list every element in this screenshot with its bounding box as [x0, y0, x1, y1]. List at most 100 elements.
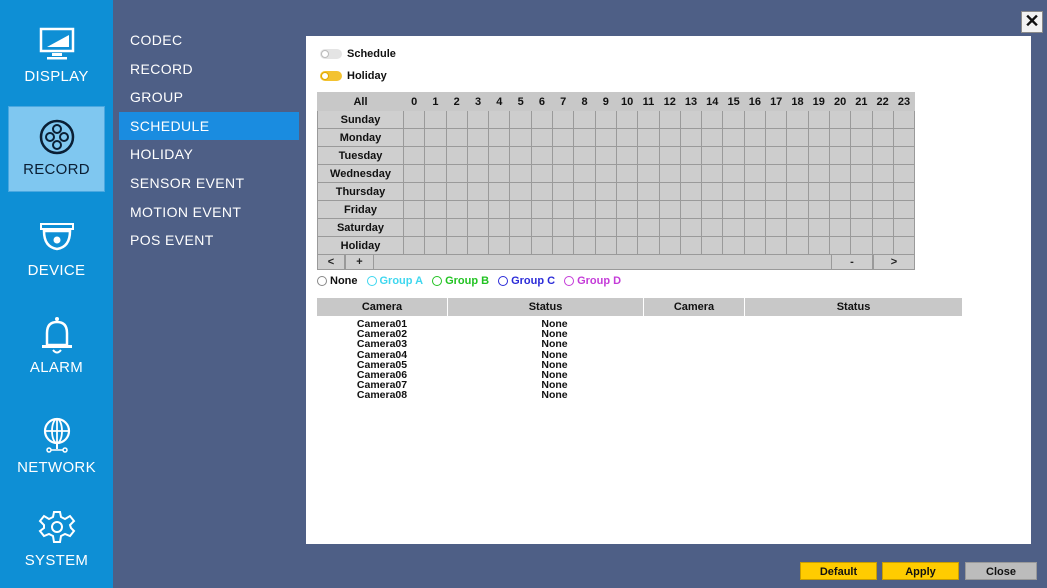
- schedule-grid[interactable]: All 0 1 2 3 4 5 6 7 8 9 10 11 12 13 14 15 16 17 18 19 20 21 22 2…: [317, 92, 916, 255]
- schedule-cell[interactable]: [466, 218, 490, 237]
- schedule-cell[interactable]: [743, 146, 767, 165]
- table-row[interactable]: Camera04 None: [317, 349, 962, 360]
- schedule-cell[interactable]: [594, 236, 617, 255]
- schedule-cell[interactable]: [466, 128, 490, 147]
- schedule-cell[interactable]: [807, 218, 830, 237]
- schedule-cell[interactable]: [509, 128, 532, 147]
- schedule-cell[interactable]: [488, 218, 511, 237]
- group-option[interactable]: Group C: [498, 275, 555, 287]
- schedule-cell[interactable]: [615, 200, 639, 219]
- schedule-cell[interactable]: [743, 182, 767, 201]
- submenu-motion-event[interactable]: MOTION EVENT: [119, 198, 299, 227]
- schedule-cell[interactable]: [722, 218, 745, 237]
- holiday-mode-toggle[interactable]: Holiday: [320, 70, 387, 82]
- radio-icon[interactable]: [317, 276, 327, 286]
- schedule-cell[interactable]: [828, 128, 852, 147]
- schedule-cell[interactable]: [871, 164, 894, 183]
- hour-header[interactable]: 16: [743, 92, 767, 111]
- grid-scrollbar[interactable]: < + - >: [317, 254, 915, 270]
- schedule-cell[interactable]: [573, 200, 596, 219]
- schedule-cell[interactable]: [871, 128, 894, 147]
- schedule-cell[interactable]: [892, 128, 916, 147]
- group-option[interactable]: Group D: [564, 275, 621, 287]
- schedule-cell[interactable]: [658, 110, 681, 129]
- day-label[interactable]: Saturday: [317, 218, 404, 237]
- schedule-cell[interactable]: [509, 182, 532, 201]
- schedule-cell[interactable]: [402, 236, 426, 255]
- schedule-cell[interactable]: [701, 236, 724, 255]
- hour-header[interactable]: 1: [424, 92, 447, 111]
- day-label[interactable]: Sunday: [317, 110, 404, 129]
- schedule-cell[interactable]: [402, 218, 426, 237]
- schedule-cell[interactable]: [828, 182, 852, 201]
- schedule-cell[interactable]: [488, 164, 511, 183]
- schedule-cell[interactable]: [402, 164, 426, 183]
- schedule-cell[interactable]: [594, 128, 617, 147]
- schedule-cell[interactable]: [871, 200, 894, 219]
- day-label[interactable]: Holiday: [317, 236, 404, 255]
- schedule-cell[interactable]: [850, 146, 873, 165]
- schedule-cell[interactable]: [807, 236, 830, 255]
- table-row[interactable]: Camera08 None: [317, 390, 962, 401]
- schedule-cell[interactable]: [509, 200, 532, 219]
- schedule-cell[interactable]: [765, 110, 788, 129]
- schedule-cell[interactable]: [892, 146, 916, 165]
- schedule-cell[interactable]: [892, 110, 916, 129]
- day-label[interactable]: Monday: [317, 128, 404, 147]
- schedule-cell[interactable]: [828, 110, 852, 129]
- hour-header[interactable]: 18: [786, 92, 809, 111]
- radio-icon[interactable]: [498, 276, 509, 286]
- schedule-cell[interactable]: [594, 200, 617, 219]
- schedule-cell[interactable]: [701, 146, 724, 165]
- schedule-cell[interactable]: [488, 200, 511, 219]
- schedule-cell[interactable]: [488, 110, 511, 129]
- schedule-cell[interactable]: [466, 164, 490, 183]
- schedule-cell[interactable]: [850, 182, 873, 201]
- schedule-cell[interactable]: [786, 164, 809, 183]
- schedule-cell[interactable]: [786, 218, 809, 237]
- schedule-cell[interactable]: [850, 164, 873, 183]
- submenu-codec[interactable]: CODEC: [119, 26, 299, 55]
- schedule-cell[interactable]: [658, 182, 681, 201]
- schedule-cell[interactable]: [828, 236, 852, 255]
- schedule-cell[interactable]: [573, 164, 596, 183]
- schedule-cell[interactable]: [658, 236, 681, 255]
- schedule-cell[interactable]: [871, 182, 894, 201]
- schedule-cell[interactable]: [552, 146, 575, 165]
- table-row[interactable]: Camera01 None: [317, 319, 962, 330]
- schedule-cell[interactable]: [701, 200, 724, 219]
- schedule-cell[interactable]: [786, 128, 809, 147]
- schedule-cell[interactable]: [445, 164, 468, 183]
- submenu-group[interactable]: GROUP: [119, 83, 299, 112]
- schedule-cell[interactable]: [509, 146, 532, 165]
- toggle-switch[interactable]: [320, 71, 342, 81]
- schedule-cell[interactable]: [679, 200, 703, 219]
- schedule-cell[interactable]: [594, 146, 617, 165]
- schedule-cell[interactable]: [892, 236, 916, 255]
- submenu-record[interactable]: RECORD: [119, 55, 299, 84]
- hour-header[interactable]: 2: [445, 92, 468, 111]
- hour-header[interactable]: 0: [402, 92, 426, 111]
- radio-icon[interactable]: [564, 276, 575, 286]
- schedule-cell[interactable]: [765, 200, 788, 219]
- schedule-cell[interactable]: [807, 128, 830, 147]
- schedule-cell[interactable]: [743, 128, 767, 147]
- schedule-cell[interactable]: [765, 218, 788, 237]
- schedule-cell[interactable]: [573, 110, 596, 129]
- schedule-cell[interactable]: [743, 110, 767, 129]
- schedule-cell[interactable]: [786, 236, 809, 255]
- schedule-cell[interactable]: [552, 164, 575, 183]
- hour-header[interactable]: 19: [807, 92, 830, 111]
- schedule-cell[interactable]: [552, 128, 575, 147]
- schedule-cell[interactable]: [594, 182, 617, 201]
- category-display[interactable]: DISPLAY: [8, 14, 105, 100]
- schedule-cell[interactable]: [424, 200, 447, 219]
- schedule-cell[interactable]: [637, 182, 660, 201]
- day-label[interactable]: Friday: [317, 200, 404, 219]
- hour-header[interactable]: 3: [466, 92, 490, 111]
- schedule-cell[interactable]: [871, 110, 894, 129]
- schedule-cell[interactable]: [828, 200, 852, 219]
- schedule-cell[interactable]: [615, 164, 639, 183]
- schedule-cell[interactable]: [637, 146, 660, 165]
- schedule-cell[interactable]: [466, 236, 490, 255]
